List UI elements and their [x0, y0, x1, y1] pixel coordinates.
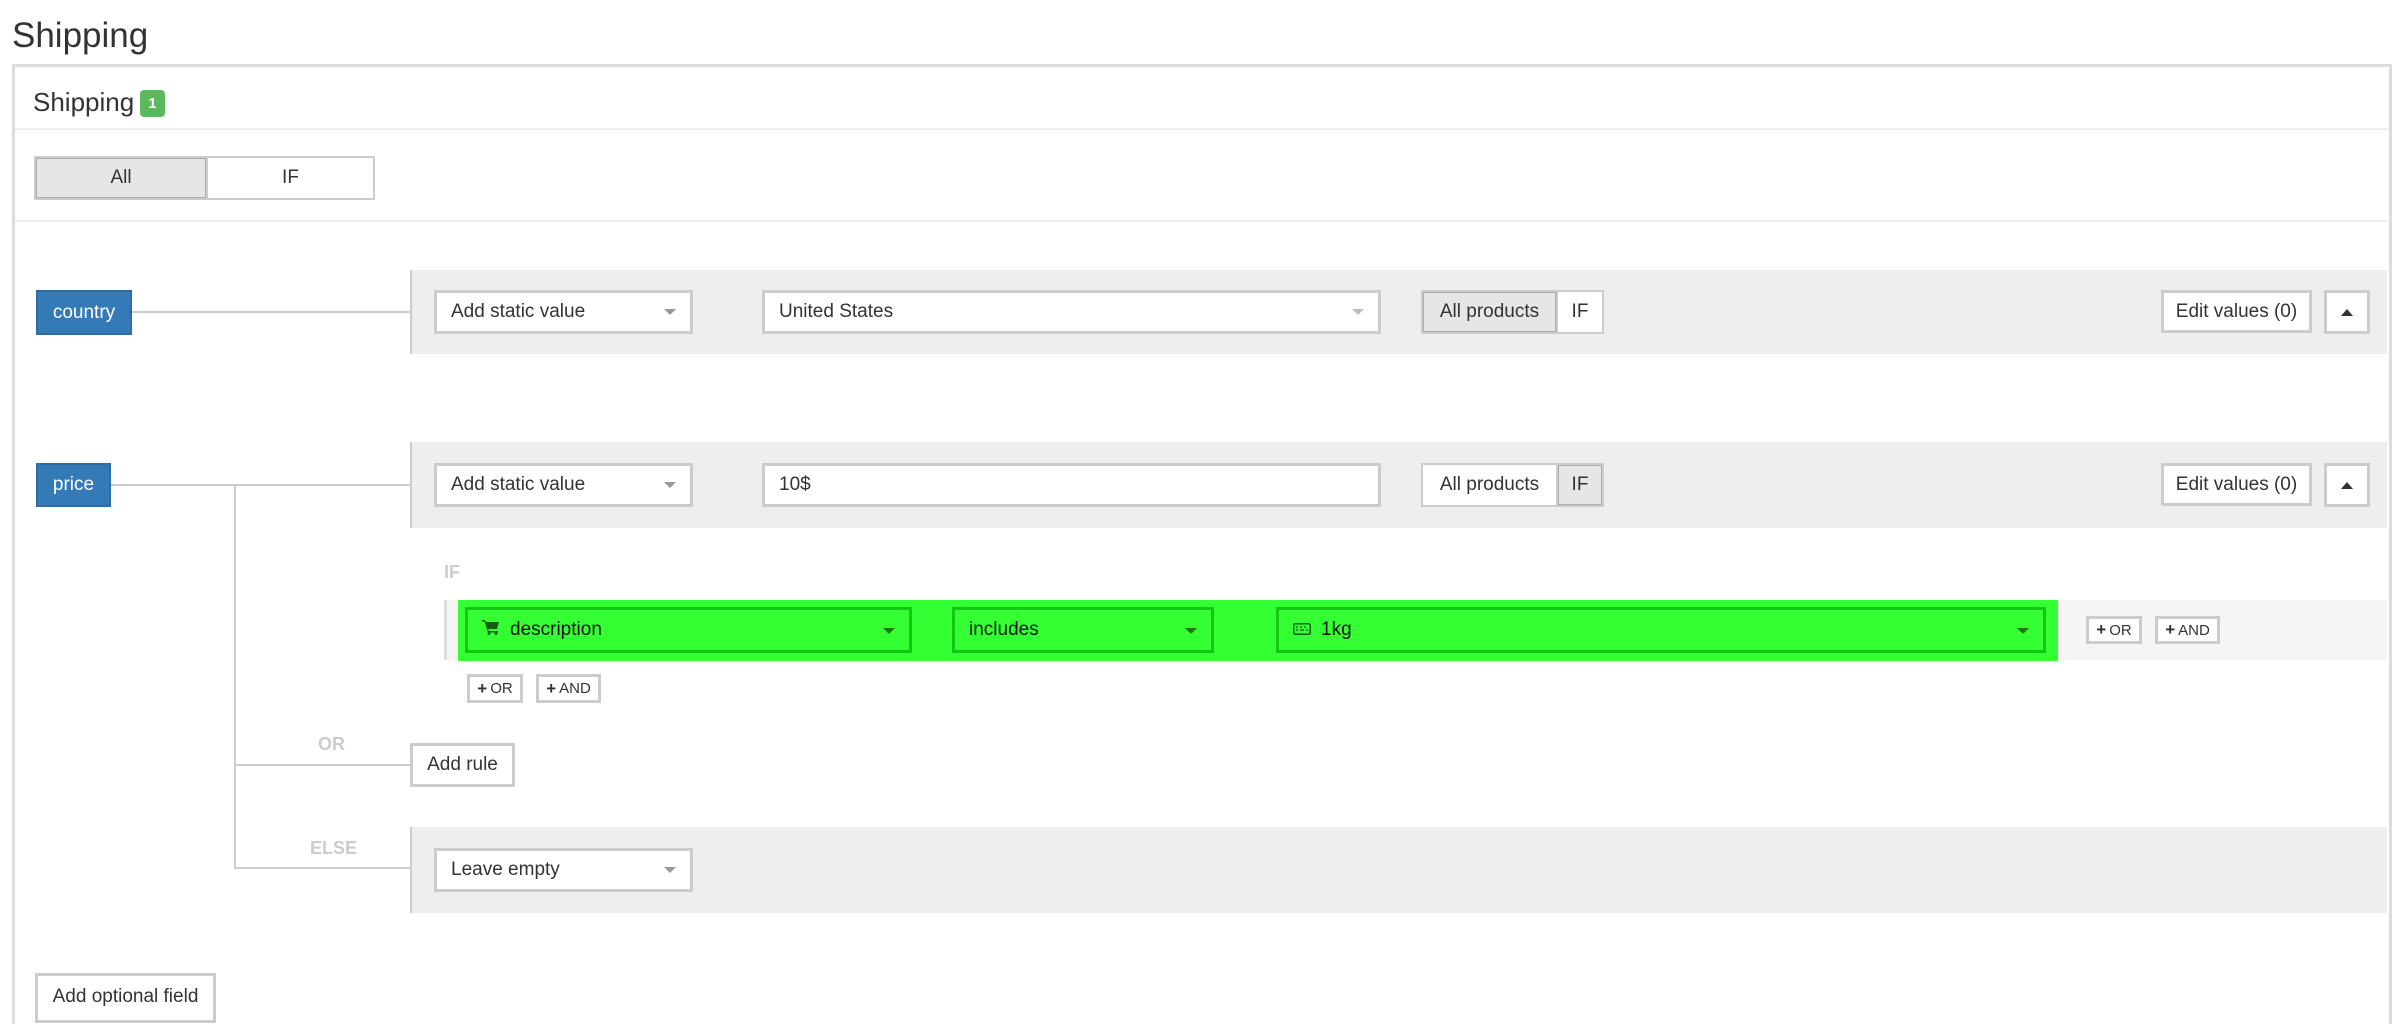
price-scope-toggle: All products IF: [1421, 463, 1604, 507]
plus-icon: +: [2165, 620, 2176, 639]
price-source-select-value: Add static value: [451, 474, 586, 495]
country-source-select-value: Add static value: [451, 301, 586, 322]
country-edit-values-button[interactable]: Edit values (0): [2161, 290, 2312, 333]
else-row-band: [410, 827, 2387, 913]
country-value-select-value: United States: [779, 301, 894, 322]
count-badge: 1: [140, 90, 165, 117]
shopping-cart-icon: [482, 619, 500, 641]
price-row-band: [410, 442, 2387, 528]
add-optional-field-button[interactable]: Add optional field: [35, 973, 216, 1023]
condition-attribute-value: description: [510, 619, 602, 640]
price-value-input-text: 10$: [779, 474, 811, 495]
and-button-label: AND: [559, 680, 591, 697]
country-row-band: [410, 270, 2387, 354]
plus-icon: +: [546, 678, 557, 698]
price-connector: [111, 484, 410, 486]
caret-up-icon: [2341, 481, 2353, 489]
if-label: IF: [444, 562, 460, 582]
condition-operator-select[interactable]: includes: [952, 607, 1214, 653]
or-branch-connector: [234, 764, 410, 766]
scope-option-all-products[interactable]: All products: [1423, 465, 1556, 505]
plus-icon: +: [2096, 620, 2107, 639]
scope-option-if[interactable]: IF: [1556, 292, 1602, 332]
condition-add-and-button[interactable]: + AND: [2155, 616, 2220, 644]
chevron-down-icon: [664, 309, 676, 315]
add-rule-button[interactable]: Add rule: [410, 743, 515, 787]
chevron-down-icon: [883, 628, 895, 634]
price-branch-trunk: [234, 484, 236, 869]
country-scope-toggle: All products IF: [1421, 290, 1604, 334]
mode-option-if[interactable]: IF: [206, 158, 373, 198]
panel-title: Shipping 1: [33, 82, 165, 122]
country-value-select[interactable]: United States: [762, 290, 1381, 334]
condition-operator-value: includes: [969, 619, 1039, 640]
condition-value-select[interactable]: 1kg: [1276, 607, 2046, 653]
condition-add-or-button[interactable]: + OR: [2086, 616, 2142, 644]
caret-up-icon: [2341, 308, 2353, 316]
else-select-value: Leave empty: [451, 859, 560, 880]
page-title: Shipping: [12, 16, 149, 55]
group-add-and-button[interactable]: + AND: [536, 674, 601, 703]
country-connector: [132, 311, 410, 313]
chevron-down-icon: [664, 867, 676, 873]
chevron-down-icon: [2017, 628, 2029, 634]
country-collapse-button[interactable]: [2324, 290, 2370, 334]
country-source-select[interactable]: Add static value: [434, 290, 693, 334]
mode-option-all[interactable]: All: [36, 158, 206, 198]
or-button-label: OR: [2109, 621, 2132, 639]
price-source-select[interactable]: Add static value: [434, 463, 693, 507]
section-divider: [15, 220, 2389, 222]
mode-toggle: All IF: [34, 156, 375, 200]
field-label-country[interactable]: country: [36, 290, 132, 335]
plus-icon: +: [477, 678, 488, 698]
condition-attribute-select[interactable]: description: [465, 607, 912, 653]
price-collapse-button[interactable]: [2324, 463, 2370, 507]
or-branch-label: OR: [318, 734, 345, 754]
chevron-down-icon: [1185, 628, 1197, 634]
field-label-price[interactable]: price: [36, 463, 111, 507]
scope-option-all-products[interactable]: All products: [1423, 292, 1556, 332]
price-edit-values-button[interactable]: Edit values (0): [2161, 463, 2312, 506]
chevron-down-icon: [664, 482, 676, 488]
group-add-or-button[interactable]: + OR: [467, 674, 523, 703]
else-branch-label: ELSE: [310, 838, 358, 858]
and-button-label: AND: [2178, 621, 2210, 639]
chevron-down-icon: [1352, 309, 1364, 315]
scope-option-if[interactable]: IF: [1556, 465, 1602, 505]
or-button-label: OR: [490, 680, 513, 697]
condition-value-text: 1kg: [1321, 619, 1352, 640]
else-branch-connector: [234, 867, 410, 869]
keyboard-icon: [1293, 619, 1311, 641]
panel-title-text: Shipping: [33, 87, 135, 117]
price-value-input[interactable]: 10$: [762, 463, 1381, 507]
header-divider: [15, 128, 2389, 130]
else-select[interactable]: Leave empty: [434, 848, 693, 892]
